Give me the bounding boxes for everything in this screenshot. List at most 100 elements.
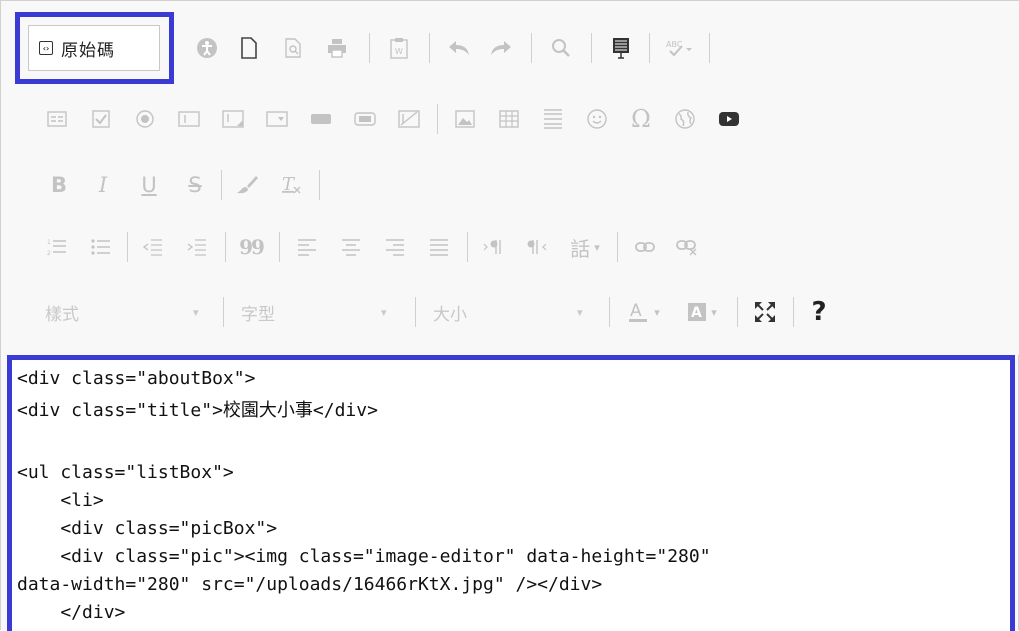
- justify-button[interactable]: [421, 222, 457, 272]
- toolbar-separator: [793, 297, 794, 327]
- text-color-icon: A: [629, 301, 648, 322]
- align-left-button[interactable]: [289, 222, 325, 272]
- hidden-field-icon: [398, 110, 420, 128]
- styles-combo-label: 樣式: [45, 304, 79, 325]
- text-field-button[interactable]: [171, 94, 207, 144]
- background-color-button[interactable]: A ▾: [675, 287, 729, 337]
- paste-word-button[interactable]: W: [381, 23, 417, 73]
- paintbrush-icon: [237, 176, 258, 194]
- new-page-icon: [241, 37, 257, 59]
- toolbar-row-basicstyles: B I U S T: [1, 160, 1019, 210]
- svg-text:1: 1: [47, 239, 51, 246]
- toolbar-separator: [709, 33, 710, 63]
- toolbar-separator: [369, 33, 370, 63]
- special-char-button[interactable]: Ω: [623, 94, 659, 144]
- font-family-combo-label: 字型: [241, 304, 275, 325]
- radio-button-tool[interactable]: [127, 94, 163, 144]
- toolbar-separator: [223, 297, 224, 327]
- code-line: <li>: [17, 490, 104, 511]
- preview-button[interactable]: [275, 23, 311, 73]
- table-button[interactable]: [491, 94, 527, 144]
- chevron-down-icon: ▾: [193, 305, 199, 319]
- image-button[interactable]: [447, 94, 483, 144]
- youtube-button[interactable]: [711, 94, 747, 144]
- code-line: <div class="pic"><img class="image-edito…: [17, 546, 711, 567]
- toolbar-row-styles: 樣式 ▾ 字型 ▾ 大小 ▾ A ▾ A ▾ ?: [1, 287, 1019, 337]
- numbered-list-button[interactable]: 1 2: [39, 222, 75, 272]
- align-right-button[interactable]: [377, 222, 413, 272]
- ltr-button[interactable]: [475, 222, 511, 272]
- textarea-button[interactable]: [215, 94, 251, 144]
- smiley-icon: [587, 109, 607, 129]
- text-color-button[interactable]: A ▾: [617, 287, 671, 337]
- horizontal-rule-button[interactable]: [535, 94, 571, 144]
- chevron-down-icon: ▾: [594, 240, 600, 254]
- redo-button[interactable]: [483, 23, 519, 73]
- omega-icon: Ω: [631, 105, 651, 133]
- align-right-icon: [386, 239, 404, 256]
- button-field-button[interactable]: [303, 94, 339, 144]
- form-button[interactable]: [39, 94, 75, 144]
- find-button[interactable]: [543, 23, 579, 73]
- toolbar-separator: [591, 33, 592, 63]
- numbered-list-icon: 1 2: [47, 239, 66, 257]
- outdent-button[interactable]: [135, 222, 171, 272]
- image-icon: [455, 110, 475, 128]
- accessibility-icon: [197, 38, 217, 58]
- iframe-button[interactable]: [667, 94, 703, 144]
- globe-icon: [675, 109, 695, 129]
- image-button-icon: [354, 112, 376, 126]
- source-code-textarea[interactable]: <div class="aboutBox"> <div class="title…: [7, 355, 1015, 631]
- toolbar-separator: [609, 297, 610, 327]
- print-button[interactable]: [319, 23, 355, 73]
- styles-combo[interactable]: 樣式 ▾: [45, 287, 215, 337]
- italic-button[interactable]: I: [85, 160, 121, 210]
- underline-button[interactable]: U: [131, 160, 167, 210]
- chevron-down-icon: ▾: [577, 305, 583, 319]
- align-center-button[interactable]: [333, 222, 369, 272]
- radio-icon: [136, 110, 154, 128]
- paste-word-icon: W: [390, 38, 408, 59]
- image-button-field-button[interactable]: [347, 94, 383, 144]
- bulleted-list-icon: [91, 239, 110, 255]
- align-center-icon: [342, 239, 360, 256]
- select-field-button[interactable]: [259, 94, 295, 144]
- source-button[interactable]: ‹› 原始碼: [28, 25, 160, 71]
- help-button[interactable]: ?: [801, 287, 837, 337]
- copy-formatting-button[interactable]: [229, 160, 265, 210]
- toolbar-separator: [415, 297, 416, 327]
- svg-text:W: W: [395, 47, 403, 56]
- underline-icon: U: [141, 173, 157, 197]
- bold-button[interactable]: B: [41, 160, 77, 210]
- toolbar-separator: [221, 170, 222, 200]
- indent-button[interactable]: [179, 222, 215, 272]
- toolbar-separator: [429, 33, 430, 63]
- font-size-combo[interactable]: 大小 ▾: [433, 287, 593, 337]
- emoji-button[interactable]: [579, 94, 615, 144]
- help-icon: ?: [811, 297, 827, 327]
- link-button[interactable]: [627, 222, 663, 272]
- language-button[interactable]: 話 ▾: [561, 222, 609, 272]
- text-field-icon: [178, 111, 200, 127]
- new-page-button[interactable]: [231, 23, 267, 73]
- spellcheck-button[interactable]: ABC: [659, 23, 699, 73]
- remove-format-button[interactable]: T: [273, 160, 309, 210]
- maximize-button[interactable]: [747, 287, 783, 337]
- rtl-button[interactable]: [519, 222, 555, 272]
- checkbox-button[interactable]: [83, 94, 119, 144]
- accessibility-button[interactable]: [189, 23, 225, 73]
- text-direction-rtl-icon: [527, 240, 547, 254]
- blockquote-button[interactable]: 99: [233, 222, 269, 272]
- spellcheck-icon: ABC: [666, 40, 692, 57]
- hidden-field-button[interactable]: [391, 94, 427, 144]
- undo-button[interactable]: [441, 23, 477, 73]
- font-family-combo[interactable]: 字型 ▾: [241, 287, 401, 337]
- search-icon: [552, 39, 570, 57]
- toolbar-separator: [437, 104, 438, 134]
- textarea-icon: [222, 110, 244, 128]
- select-all-button[interactable]: [603, 23, 639, 73]
- unlink-button[interactable]: [669, 222, 705, 272]
- strikethrough-button[interactable]: S: [177, 160, 213, 210]
- bulleted-list-button[interactable]: [83, 222, 119, 272]
- remove-format-icon: T: [282, 175, 301, 195]
